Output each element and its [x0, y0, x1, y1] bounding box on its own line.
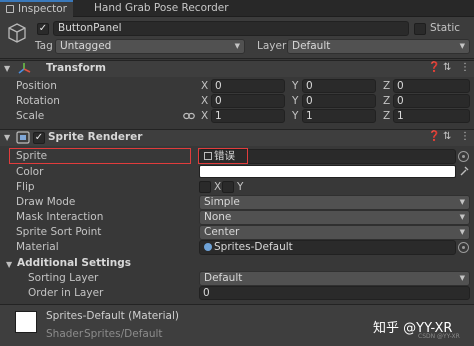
object-name-field[interactable]: ButtonPanel: [53, 21, 409, 36]
scale-x-field[interactable]: 1: [211, 109, 285, 123]
sorting-layer-value: Default: [204, 272, 243, 284]
order-in-layer-field[interactable]: 0: [199, 286, 470, 300]
tag-value: Untagged: [60, 40, 112, 52]
sprite-renderer-title: Sprite Renderer: [48, 131, 143, 143]
sorting-layer-label: Sorting Layer: [28, 272, 99, 284]
rotation-z-label[interactable]: Z: [383, 95, 390, 107]
tab-inspector[interactable]: Inspector: [0, 0, 73, 17]
order-in-layer-label: Order in Layer: [28, 287, 104, 299]
tab-hand-grab-label: Hand Grab Pose Recorder: [94, 2, 229, 14]
preset-icon[interactable]: ⇅: [443, 131, 451, 142]
color-swatch[interactable]: [199, 165, 456, 178]
chevron-down-icon: ▼: [459, 42, 465, 50]
help-icon[interactable]: ❓: [428, 62, 440, 73]
scale-label: Scale: [16, 110, 45, 122]
object-picker-icon[interactable]: [458, 242, 469, 253]
position-x-field[interactable]: 0: [211, 79, 285, 93]
transform-title: Transform: [46, 62, 106, 74]
info-icon: [6, 5, 14, 13]
help-icon[interactable]: ❓: [428, 131, 440, 142]
material-name: Sprites-Default (Material): [46, 310, 179, 322]
mask-interaction-dropdown[interactable]: None ▼: [199, 210, 470, 225]
chevron-down-icon: ▼: [459, 198, 465, 206]
scale-y-label[interactable]: Y: [292, 110, 298, 122]
sprite-label: Sprite: [16, 150, 48, 162]
draw-mode-label: Draw Mode: [16, 196, 76, 208]
object-picker-icon[interactable]: [458, 151, 469, 162]
material-field[interactable]: Sprites-Default: [199, 240, 456, 255]
scale-x-label[interactable]: X: [201, 110, 208, 122]
material-asset-icon: [204, 243, 212, 251]
draw-mode-value: Simple: [204, 196, 240, 208]
chevron-down-icon: ▼: [234, 42, 240, 50]
active-checkbox[interactable]: ✓: [37, 23, 49, 35]
link-icon[interactable]: [183, 111, 195, 121]
position-y-field[interactable]: 0: [302, 79, 376, 93]
flip-y-checkbox[interactable]: [222, 181, 234, 193]
scale-z-field[interactable]: 1: [393, 109, 470, 123]
rotation-y-label[interactable]: Y: [292, 95, 298, 107]
transform-axes-icon: [18, 63, 31, 74]
chevron-down-icon: ▼: [459, 274, 465, 282]
rotation-z-field[interactable]: 0: [393, 94, 470, 108]
flip-label: Flip: [16, 181, 35, 193]
color-label: Color: [16, 166, 44, 178]
position-x-label[interactable]: X: [201, 80, 208, 92]
tab-inspector-label: Inspector: [18, 3, 67, 15]
static-checkbox[interactable]: [414, 23, 426, 35]
layer-value: Default: [292, 40, 331, 52]
rotation-x-label[interactable]: X: [201, 95, 208, 107]
shader-label: Shader: [46, 328, 84, 340]
gameobject-cube-icon: [8, 23, 26, 43]
tab-bar: Inspector Hand Grab Pose Recorder: [0, 0, 474, 17]
flip-x-label: X: [214, 181, 222, 193]
position-label: Position: [16, 80, 57, 92]
draw-mode-dropdown[interactable]: Simple ▼: [199, 195, 470, 210]
more-menu-icon[interactable]: ⋮: [460, 62, 470, 73]
rotation-label: Rotation: [16, 95, 60, 107]
rotation-y-field[interactable]: 0: [302, 94, 376, 108]
static-label: Static: [430, 22, 461, 34]
tag-dropdown[interactable]: Untagged ▼: [55, 39, 245, 54]
more-menu-icon[interactable]: ⋮: [460, 131, 470, 142]
chevron-down-icon: ▼: [459, 213, 465, 221]
material-label: Material: [16, 241, 59, 253]
chevron-down-icon: ▼: [459, 228, 465, 236]
sprite-renderer-icon: [16, 131, 30, 144]
sort-point-value: Center: [204, 226, 240, 238]
scale-z-label[interactable]: Z: [383, 110, 390, 122]
fold-arrow-icon[interactable]: ▼: [4, 64, 10, 73]
sprite-renderer-enabled-checkbox[interactable]: ✓: [33, 132, 45, 144]
sort-point-label: Sprite Sort Point: [16, 226, 102, 238]
eyedropper-icon[interactable]: [459, 165, 470, 177]
sprite-value-highlight: [198, 148, 248, 164]
watermark-sub: CSDN @YY-XR: [418, 333, 460, 340]
material-value: Sprites-Default: [214, 241, 293, 253]
layer-dropdown[interactable]: Default ▼: [287, 39, 470, 54]
sort-point-dropdown[interactable]: Center ▼: [199, 225, 470, 240]
additional-settings-title[interactable]: Additional Settings: [17, 257, 131, 269]
tag-label: Tag: [35, 40, 53, 52]
flip-y-label: Y: [237, 181, 244, 193]
sorting-layer-dropdown[interactable]: Default ▼: [199, 271, 470, 286]
material-preview-swatch[interactable]: [15, 311, 37, 333]
mask-interaction-value: None: [204, 211, 232, 223]
rotation-x-field[interactable]: 0: [211, 94, 285, 108]
position-z-label[interactable]: Z: [383, 80, 390, 92]
position-z-field[interactable]: 0: [393, 79, 470, 93]
scale-y-field[interactable]: 1: [302, 109, 376, 123]
flip-x-checkbox[interactable]: [199, 181, 211, 193]
preset-icon[interactable]: ⇅: [443, 62, 451, 73]
layer-label: Layer: [257, 40, 287, 52]
fold-arrow-icon[interactable]: ▼: [6, 260, 12, 269]
tab-hand-grab-pose-recorder[interactable]: Hand Grab Pose Recorder: [88, 0, 235, 17]
shader-value: Sprites/Default: [84, 328, 163, 340]
mask-interaction-label: Mask Interaction: [16, 211, 104, 223]
fold-arrow-icon[interactable]: ▼: [4, 133, 10, 142]
position-y-label[interactable]: Y: [292, 80, 298, 92]
